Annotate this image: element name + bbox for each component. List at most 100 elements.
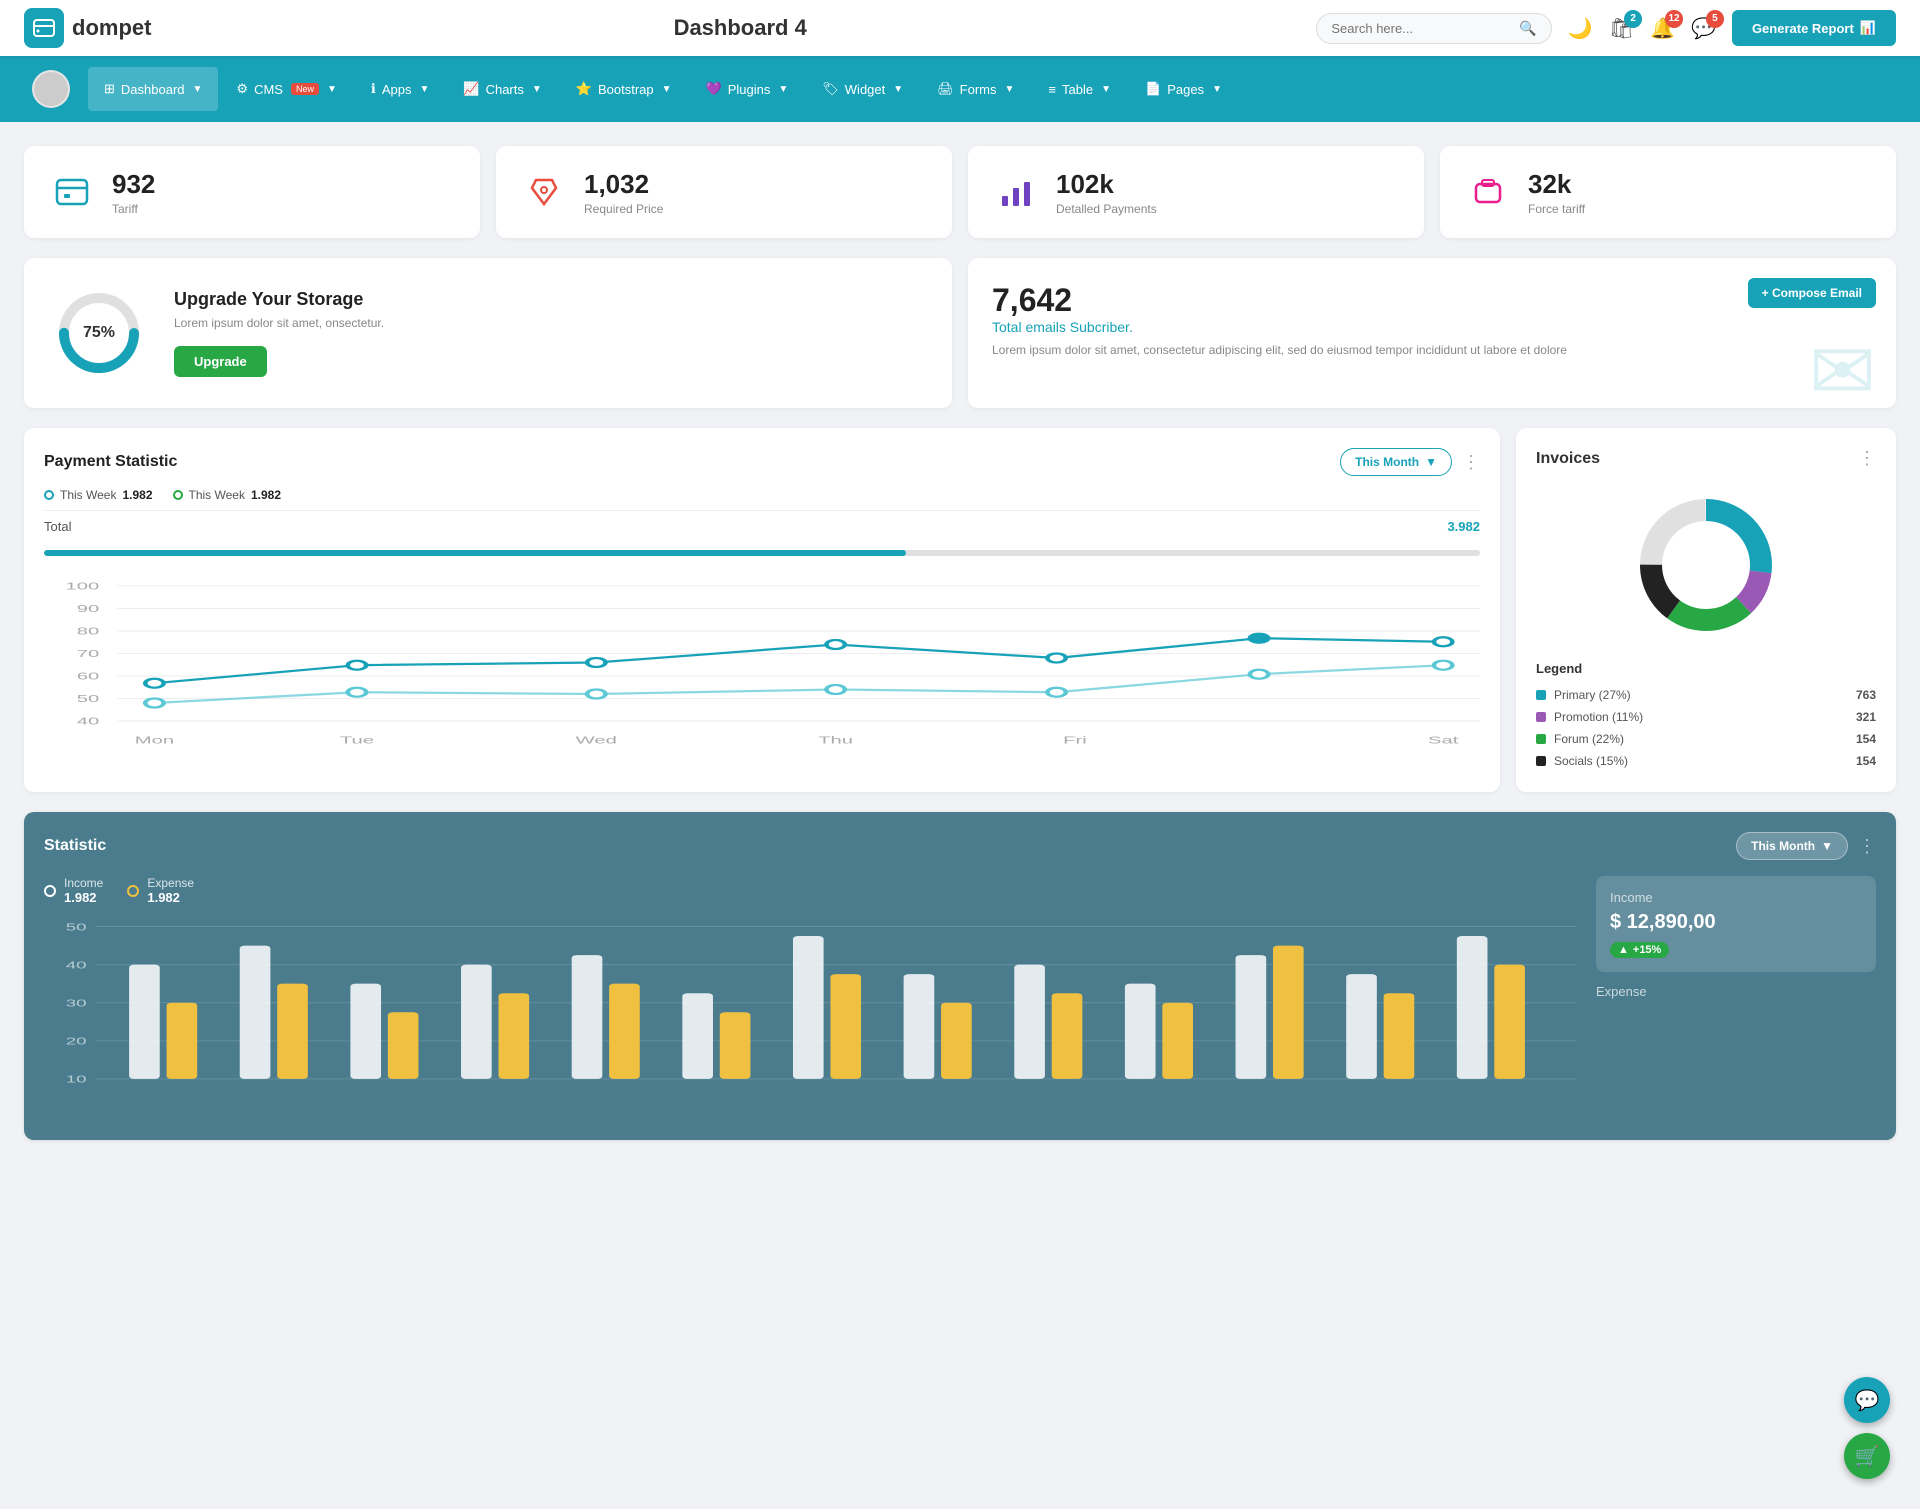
socials-label: Socials (15%) — [1554, 754, 1628, 768]
sidebar-item-plugins[interactable]: 💜 Plugins ▼ — [690, 67, 805, 111]
search-box[interactable]: 🔍 — [1316, 13, 1551, 44]
chevron-down-icon-bootstrap: ▼ — [662, 84, 672, 95]
sidebar-item-widget[interactable]: 🏷 Widget ▼ — [806, 67, 919, 111]
force-icon — [1464, 168, 1512, 216]
income-legend-val: 1.982 — [64, 890, 103, 905]
chevron-down-icon-table: ▼ — [1101, 84, 1111, 95]
legend-dot-teal — [44, 490, 54, 500]
apps-icon: ℹ — [371, 81, 376, 97]
support-icon: 💬 — [1855, 1388, 1880, 1413]
svg-text:40: 40 — [66, 959, 87, 971]
search-icon: 🔍 — [1519, 20, 1536, 37]
forum-value: 154 — [1856, 732, 1876, 746]
cart-fab-button[interactable]: 🛒 — [1844, 1433, 1890, 1479]
payments-info: 102k Detalled Payments — [1056, 169, 1157, 216]
chevron-down-icon-widget: ▼ — [893, 84, 903, 95]
sidebar-item-cms[interactable]: ⚙ CMS New ▼ — [220, 67, 352, 111]
chevron-down-icon-stat: ▼ — [1821, 839, 1833, 853]
nav-label-cms: CMS — [254, 82, 283, 97]
storage-desc: Lorem ipsum dolor sit amet, onsectetur. — [174, 316, 384, 330]
stat-card-force: 32k Force tariff — [1440, 146, 1896, 238]
payment-filter-button[interactable]: This Month ▼ — [1340, 448, 1452, 476]
svg-text:90: 90 — [77, 604, 100, 615]
bar-chart-svg: 50 40 30 20 10 — [44, 917, 1576, 1117]
svg-text:Wed: Wed — [576, 735, 617, 746]
forum-label: Forum (22%) — [1554, 732, 1624, 746]
search-input[interactable] — [1331, 21, 1511, 36]
email-background-icon: ✉ — [1809, 325, 1876, 408]
payment-progress-fill — [44, 550, 906, 556]
income-legend-label: Income — [64, 876, 103, 890]
stat-sidebar: Income $ 12,890,00 ▲ +15% Expense — [1596, 876, 1876, 1120]
invoices-more-icon[interactable]: ⋮ — [1858, 448, 1876, 469]
charts-nav-icon: 📈 — [463, 81, 479, 97]
sidebar-item-bootstrap[interactable]: ⭐ Bootstrap ▼ — [560, 67, 688, 111]
nav-label-bootstrap: Bootstrap — [598, 82, 654, 97]
sidebar-item-forms[interactable]: 🖨 Forms ▼ — [921, 67, 1030, 111]
legend-row-primary: Primary (27%) 763 — [1536, 684, 1876, 706]
sidebar-item-charts[interactable]: 📈 Charts ▼ — [447, 67, 557, 111]
svg-text:50: 50 — [77, 694, 100, 705]
total-value: 3.982 — [1447, 519, 1480, 534]
upgrade-button[interactable]: Upgrade — [174, 346, 267, 377]
svg-text:80: 80 — [77, 627, 100, 638]
compose-email-button[interactable]: + Compose Email — [1748, 278, 1876, 308]
payment-more-icon[interactable]: ⋮ — [1462, 452, 1480, 473]
moon-icon[interactable]: 🌙 — [1568, 16, 1593, 41]
statistic-section: Statistic This Month ▼ ⋮ Income 1.982 — [24, 812, 1896, 1140]
logo-text: dompet — [72, 15, 151, 41]
svg-text:Thu: Thu — [818, 735, 853, 746]
sidebar-item-pages[interactable]: 📄 Pages ▼ — [1129, 67, 1238, 111]
chevron-down-icon-charts: ▼ — [532, 84, 542, 95]
new-badge: New — [291, 83, 319, 95]
socials-dot — [1536, 756, 1546, 766]
nav-label-pages: Pages — [1167, 82, 1204, 97]
chevron-down-icon: ▼ — [193, 84, 203, 95]
force-number: 32k — [1528, 169, 1585, 200]
logo: dompet — [24, 8, 164, 48]
payments-number: 102k — [1056, 169, 1157, 200]
email-number: 7,642 — [992, 282, 1872, 319]
chat-icon[interactable]: 💬 5 — [1691, 16, 1716, 41]
bell-badge: 12 — [1665, 10, 1683, 28]
sidebar-item-dashboard[interactable]: ⊞ Dashboard ▼ — [88, 67, 218, 111]
income-box: Income $ 12,890,00 ▲ +15% — [1596, 876, 1876, 972]
expense-label-bottom: Expense — [1596, 984, 1876, 999]
forum-dot — [1536, 734, 1546, 744]
generate-report-button[interactable]: Generate Report 📊 — [1732, 10, 1896, 46]
support-fab-button[interactable]: 💬 — [1844, 1377, 1890, 1423]
bell-icon[interactable]: 🔔 12 — [1650, 16, 1675, 41]
payment-legend: This Week 1.982 This Week 1.982 — [44, 488, 1480, 502]
svg-text:60: 60 — [77, 672, 100, 683]
legend-title: Legend — [1536, 661, 1876, 676]
sidebar-item-table[interactable]: ≡ Table ▼ — [1032, 68, 1127, 111]
shop-icon[interactable]: 🛍 2 — [1609, 16, 1634, 41]
email-subtitle: Total emails Subcriber. — [992, 319, 1872, 335]
storage-title: Upgrade Your Storage — [174, 289, 384, 310]
nav-label-apps: Apps — [382, 82, 412, 97]
tariff-info: 932 Tariff — [112, 169, 155, 216]
statistic-more-icon[interactable]: ⋮ — [1858, 836, 1876, 857]
stat-card-payments: 102k Detalled Payments — [968, 146, 1424, 238]
statistic-filter-button[interactable]: This Month ▼ — [1736, 832, 1848, 860]
middle-row: 75% Upgrade Your Storage Lorem ipsum dol… — [24, 258, 1896, 408]
invoices-donut-svg — [1626, 485, 1786, 645]
statistic-title: Statistic — [44, 837, 106, 855]
legend-item-1: This Week 1.982 — [44, 488, 153, 502]
tariff-number: 932 — [112, 169, 155, 200]
svg-text:40: 40 — [77, 717, 100, 728]
expense-legend-val: 1.982 — [147, 890, 194, 905]
expense-legend-item: Expense 1.982 — [127, 876, 194, 905]
storage-percent: 75% — [83, 324, 115, 342]
invoices-legend: Legend Primary (27%) 763 Promotion (11%) — [1536, 661, 1876, 772]
legend-val-2: 1.982 — [251, 488, 281, 502]
email-desc: Lorem ipsum dolor sit amet, consectetur … — [992, 343, 1872, 357]
nav-avatar[interactable] — [16, 56, 86, 122]
stat-card-tariff: 932 Tariff — [24, 146, 480, 238]
generate-report-label: Generate Report — [1752, 21, 1854, 36]
chevron-down-icon-apps: ▼ — [419, 84, 429, 95]
primary-dot — [1536, 690, 1546, 700]
sidebar-item-apps[interactable]: ℹ Apps ▼ — [355, 67, 446, 111]
payment-statistic-card: Payment Statistic This Month ▼ ⋮ This We… — [24, 428, 1500, 792]
force-info: 32k Force tariff — [1528, 169, 1585, 216]
